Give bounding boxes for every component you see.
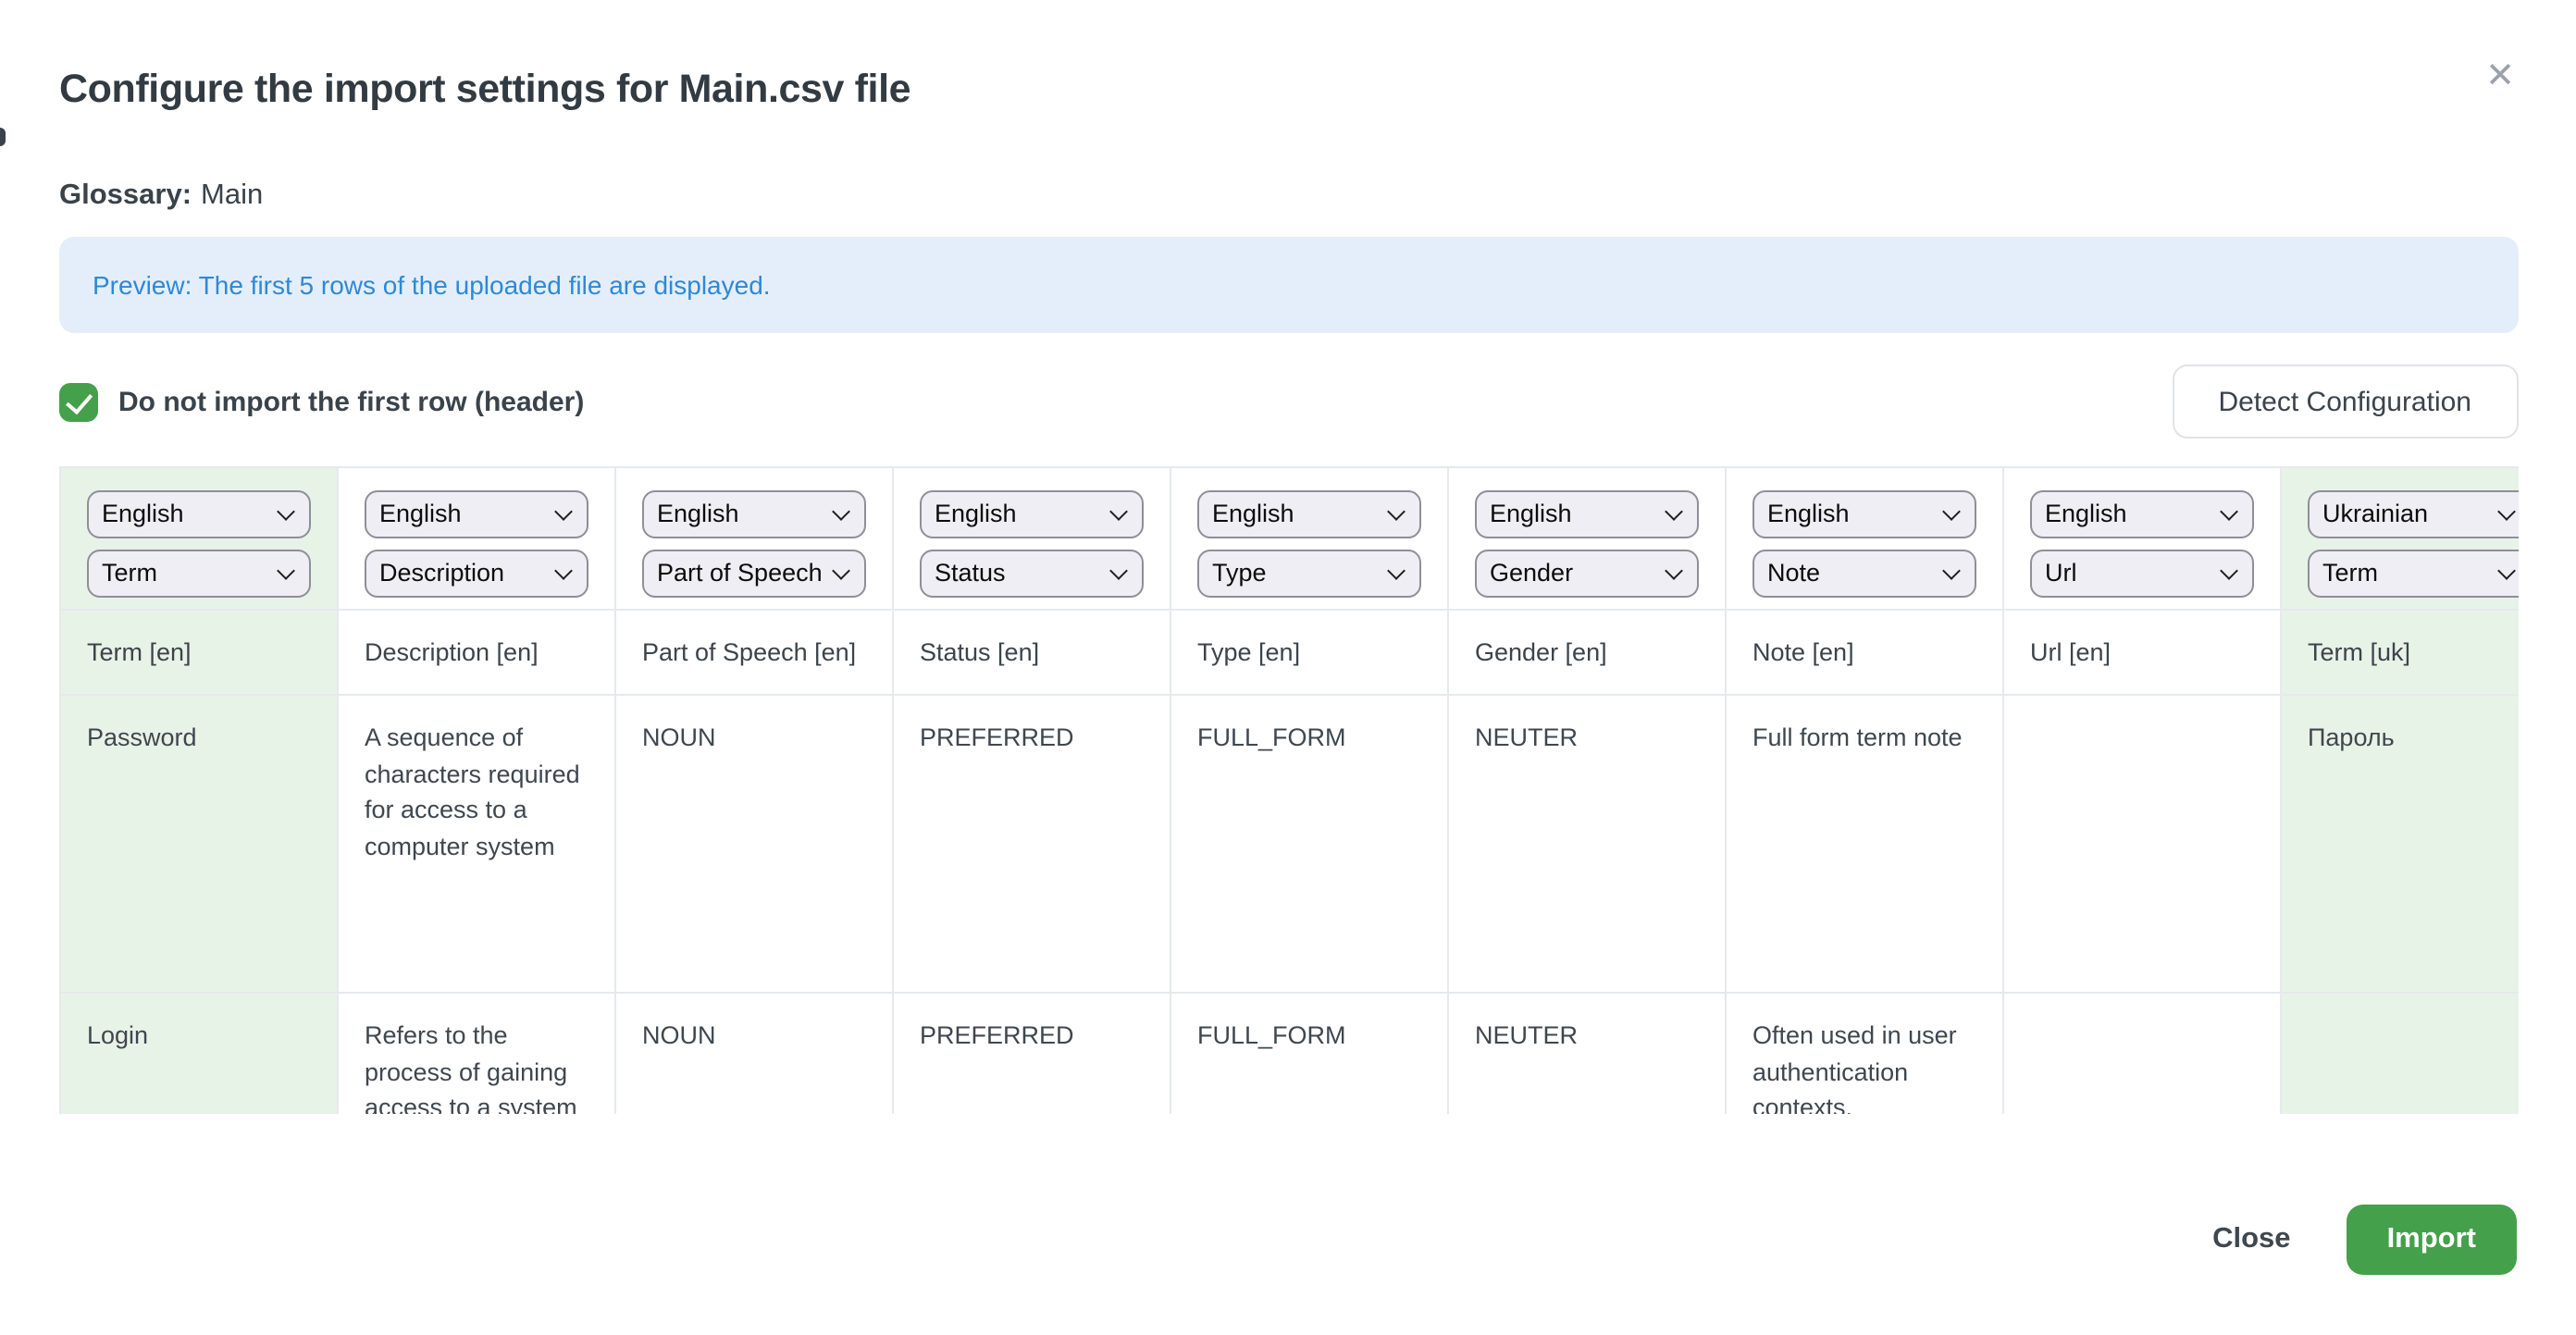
header-cell: Term [uk] bbox=[2281, 609, 2519, 694]
column-9-mapping-cell: Ukrainian Term bbox=[2281, 468, 2519, 609]
column-3-mapping-cell: English Part of Speech bbox=[615, 468, 893, 609]
column-4-language-select-wrap: English bbox=[920, 489, 1144, 538]
skip-header-checkbox-group[interactable]: Do not import the first row (header) bbox=[59, 382, 584, 421]
column-2-language-select[interactable]: English bbox=[365, 489, 588, 538]
header-cell: Url [en] bbox=[2003, 609, 2281, 694]
column-7-field-select[interactable]: Note bbox=[1752, 549, 1976, 597]
column-1-field-select-wrap: Term bbox=[87, 549, 311, 597]
column-6-language-select[interactable]: English bbox=[1475, 489, 1699, 538]
table-cell: NEUTER bbox=[1448, 694, 1726, 992]
column-6-mapping-cell: English Gender bbox=[1448, 468, 1726, 609]
column-5-mapping-cell: English Type bbox=[1170, 468, 1448, 609]
column-2-field-select[interactable]: Description bbox=[365, 549, 588, 597]
import-settings-modal: Configure the import settings for Main.c… bbox=[0, 0, 2576, 1335]
preview-table: English Term English Description English Part… bbox=[59, 468, 2519, 1114]
column-1-mapping-cell: English Term bbox=[60, 468, 338, 609]
preview-info-banner: Preview: The first 5 rows of the uploade… bbox=[59, 237, 2518, 333]
column-6-language-select-wrap: English bbox=[1475, 489, 1699, 538]
column-6-field-select-wrap: Gender bbox=[1475, 549, 1699, 597]
header-cell: Type [en] bbox=[1170, 609, 1448, 694]
column-7-language-select-wrap: English bbox=[1752, 489, 1976, 538]
table-cell: Password bbox=[60, 694, 338, 992]
table-cell: FULL_FORM bbox=[1170, 694, 1448, 992]
column-3-field-select[interactable]: Part of Speech bbox=[642, 549, 866, 597]
preview-table-container[interactable]: English Term English Description English Part… bbox=[59, 466, 2519, 1114]
table-cell bbox=[2003, 694, 2281, 992]
table-cell: Often used in user authentication contex… bbox=[1726, 992, 2003, 1114]
close-icon[interactable]: ✕ bbox=[2485, 59, 2515, 94]
header-cell: Gender [en] bbox=[1448, 609, 1726, 694]
column-4-mapping-cell: English Status bbox=[893, 468, 1170, 609]
clipped-edge-element bbox=[0, 127, 5, 145]
table-cell: Login bbox=[60, 992, 338, 1114]
column-mapping-row: English Term English Description English Part… bbox=[60, 468, 2519, 609]
column-3-field-select-wrap: Part of Speech bbox=[642, 549, 866, 597]
column-7-mapping-cell: English Note bbox=[1726, 468, 2003, 609]
column-4-field-select[interactable]: Status bbox=[920, 549, 1144, 597]
column-6-field-select[interactable]: Gender bbox=[1475, 549, 1699, 597]
modal-title: Configure the import settings for Main.c… bbox=[59, 67, 910, 111]
header-cell: Part of Speech [en] bbox=[615, 609, 893, 694]
column-4-field-select-wrap: Status bbox=[920, 549, 1144, 597]
column-2-language-select-wrap: English bbox=[365, 489, 588, 538]
close-button[interactable]: Close bbox=[2212, 1223, 2290, 1256]
table-row: LoginRefers to the process of gaining ac… bbox=[60, 992, 2519, 1114]
column-3-language-select-wrap: English bbox=[642, 489, 866, 538]
preview-info-text: Preview: The first 5 rows of the uploade… bbox=[93, 270, 771, 300]
column-8-language-select-wrap: English bbox=[2030, 489, 2254, 538]
table-row: PasswordA sequence of characters require… bbox=[60, 694, 2519, 992]
column-8-field-select-wrap: Url bbox=[2030, 549, 2254, 597]
column-5-field-select[interactable]: Type bbox=[1197, 549, 1421, 597]
column-1-field-select[interactable]: Term bbox=[87, 549, 311, 597]
table-cell: PREFERRED bbox=[893, 694, 1170, 992]
column-8-field-select[interactable]: Url bbox=[2030, 549, 2254, 597]
header-cell: Note [en] bbox=[1726, 609, 2003, 694]
skip-header-checkbox[interactable] bbox=[59, 382, 98, 421]
column-9-field-select[interactable]: Term bbox=[2308, 549, 2519, 597]
table-cell: Refers to the process of gaining access … bbox=[338, 992, 615, 1114]
column-9-language-select[interactable]: Ukrainian bbox=[2308, 489, 2519, 538]
column-7-language-select[interactable]: English bbox=[1752, 489, 1976, 538]
skip-header-checkbox-label: Do not import the first row (header) bbox=[118, 386, 584, 417]
options-row: Do not import the first row (header) Det… bbox=[59, 365, 2518, 439]
import-button[interactable]: Import bbox=[2347, 1205, 2517, 1275]
header-cell: Status [en] bbox=[893, 609, 1170, 694]
glossary-value: Main bbox=[201, 179, 263, 211]
column-9-field-select-wrap: Term bbox=[2308, 549, 2519, 597]
table-cell: NOUN bbox=[615, 694, 893, 992]
column-2-field-select-wrap: Description bbox=[365, 549, 588, 597]
column-8-mapping-cell: English Url bbox=[2003, 468, 2281, 609]
column-5-language-select[interactable]: English bbox=[1197, 489, 1421, 538]
table-cell: NEUTER bbox=[1448, 992, 1726, 1114]
column-5-language-select-wrap: English bbox=[1197, 489, 1421, 538]
column-1-language-select-wrap: English bbox=[87, 489, 311, 538]
column-1-language-select[interactable]: English bbox=[87, 489, 311, 538]
column-8-language-select[interactable]: English bbox=[2030, 489, 2254, 538]
column-4-language-select[interactable]: English bbox=[920, 489, 1144, 538]
column-5-field-select-wrap: Type bbox=[1197, 549, 1421, 597]
table-cell bbox=[2003, 992, 2281, 1114]
glossary-line: Glossary: Main bbox=[59, 178, 263, 215]
detect-configuration-button[interactable]: Detect Configuration bbox=[2173, 365, 2519, 439]
modal-footer: Close Import bbox=[2212, 1205, 2517, 1275]
table-header-row: Term [en]Description [en]Part of Speech … bbox=[60, 609, 2519, 694]
table-cell bbox=[2281, 992, 2519, 1114]
column-3-language-select[interactable]: English bbox=[642, 489, 866, 538]
table-cell: PREFERRED bbox=[893, 992, 1170, 1114]
column-2-mapping-cell: English Description bbox=[338, 468, 615, 609]
table-cell: Пароль bbox=[2281, 694, 2519, 992]
table-cell: FULL_FORM bbox=[1170, 992, 1448, 1114]
glossary-label: Glossary: bbox=[59, 179, 192, 211]
header-cell: Description [en] bbox=[338, 609, 615, 694]
table-cell: NOUN bbox=[615, 992, 893, 1114]
table-cell: Full form term note bbox=[1726, 694, 2003, 992]
header-cell: Term [en] bbox=[60, 609, 338, 694]
column-9-language-select-wrap: Ukrainian bbox=[2308, 489, 2519, 538]
column-7-field-select-wrap: Note bbox=[1752, 549, 1976, 597]
table-cell: A sequence of characters required for ac… bbox=[338, 694, 615, 992]
